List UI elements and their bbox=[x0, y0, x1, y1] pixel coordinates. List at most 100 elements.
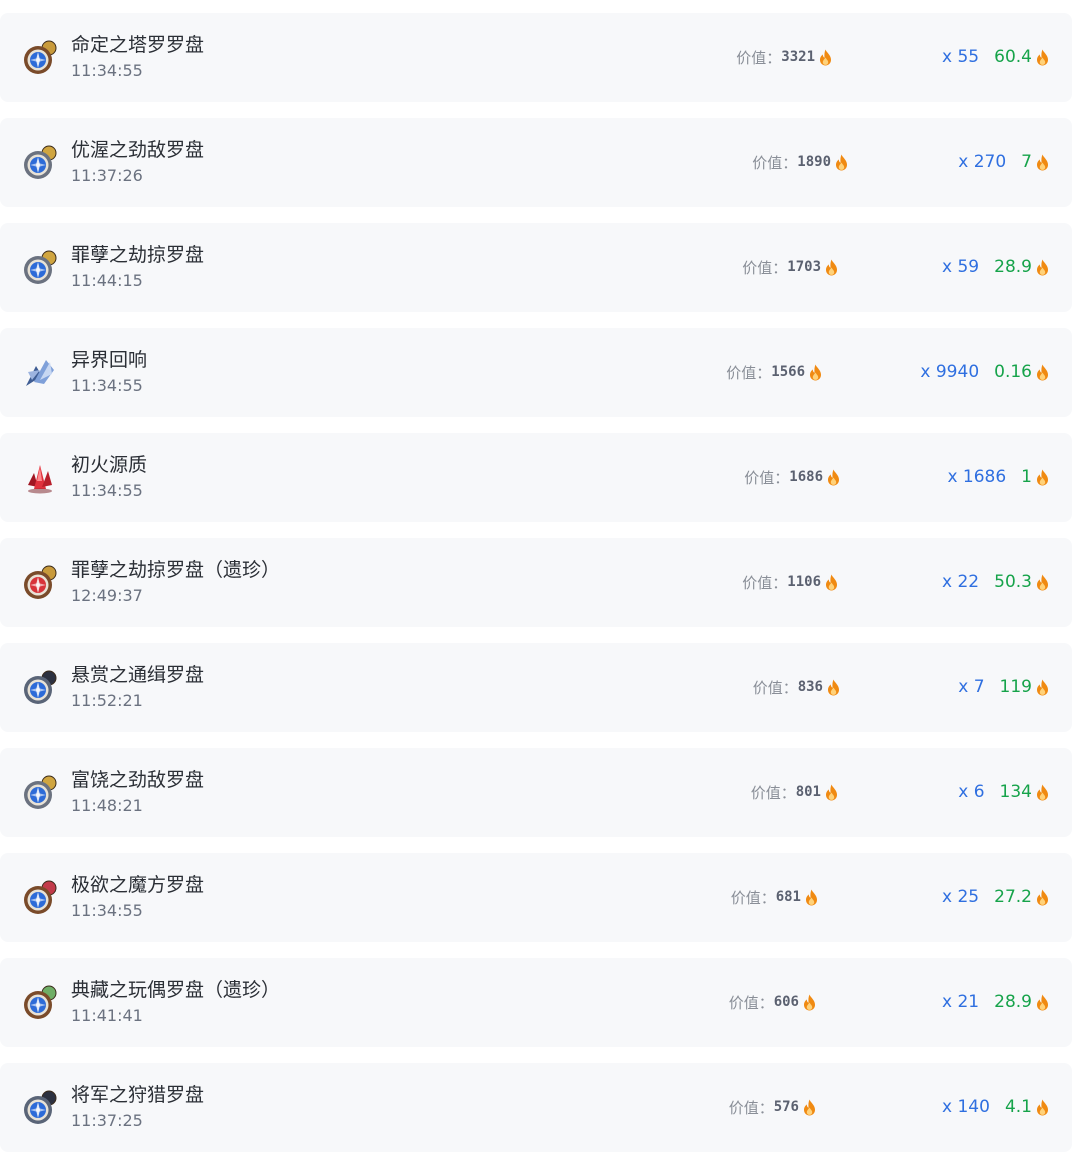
flame-icon bbox=[809, 364, 822, 381]
item-unit-price: 1 bbox=[1021, 467, 1032, 487]
flame-icon bbox=[1036, 679, 1049, 696]
item-quantity: x 270 7 bbox=[958, 151, 1049, 173]
compass-red-icon bbox=[20, 562, 60, 602]
item-name: 异界回响 bbox=[71, 349, 148, 371]
value-number: 681 bbox=[775, 889, 801, 905]
value-label: 价值： bbox=[752, 153, 798, 172]
item-count: x 22 bbox=[942, 572, 980, 592]
flame-icon bbox=[1036, 49, 1049, 66]
crystal-shard-icon bbox=[20, 352, 60, 392]
value-label: 价值： bbox=[742, 258, 788, 277]
item-unit-price: 28.9 bbox=[994, 992, 1032, 1012]
value-label: 价值： bbox=[744, 468, 790, 487]
item-time: 11:44:15 bbox=[71, 271, 143, 290]
list-item[interactable]: 极欲之魔方罗盘 11:34:55 价值： 681 x 25 27.2 bbox=[0, 853, 1072, 942]
item-name: 富饶之劲敌罗盘 bbox=[71, 769, 205, 791]
value-number: 1106 bbox=[787, 574, 821, 590]
value-label: 价值： bbox=[730, 888, 776, 907]
item-quantity: x 55 60.4 bbox=[942, 46, 1049, 68]
flame-icon bbox=[1036, 574, 1049, 591]
list-item[interactable]: 罪孽之劫掠罗盘（遗珍） 12:49:37 价值： 1106 x 22 50.3 bbox=[0, 538, 1072, 627]
flame-icon bbox=[827, 679, 840, 696]
item-name: 优渥之劲敌罗盘 bbox=[71, 139, 205, 161]
item-count: x 25 bbox=[942, 887, 980, 907]
item-value: 价值： 1703 bbox=[742, 256, 838, 278]
value-number: 801 bbox=[795, 784, 821, 800]
compass-dark-icon bbox=[20, 1087, 60, 1127]
item-quantity: x 9940 0.16 bbox=[920, 361, 1049, 383]
item-count: x 55 bbox=[942, 47, 980, 67]
value-label: 价值： bbox=[750, 783, 796, 802]
item-value: 价值： 1686 bbox=[744, 466, 840, 488]
item-unit-price: 4.1 bbox=[1004, 1097, 1032, 1117]
red-crystal-icon bbox=[20, 457, 60, 497]
item-name: 典藏之玩偶罗盘（遗珍） bbox=[71, 979, 281, 1001]
compass-doll-icon bbox=[20, 982, 60, 1022]
flame-icon bbox=[803, 994, 816, 1011]
item-time: 11:34:55 bbox=[71, 376, 143, 395]
value-label: 价值： bbox=[736, 48, 782, 67]
compass-gold-icon bbox=[20, 772, 60, 812]
value-number: 1890 bbox=[797, 154, 831, 170]
item-value: 价值： 1890 bbox=[752, 151, 848, 173]
item-quantity: x 59 28.9 bbox=[942, 256, 1049, 278]
item-count: x 1686 bbox=[947, 467, 1007, 487]
item-list: 命定之塔罗罗盘 11:34:55 价值： 3321 x 55 60.4 优渥之劲敌罗盘 11:… bbox=[0, 13, 1072, 1168]
item-quantity: x 6 134 bbox=[958, 781, 1049, 803]
item-unit-price: 0.16 bbox=[994, 362, 1032, 382]
value-number: 606 bbox=[773, 994, 799, 1010]
flame-icon bbox=[827, 469, 840, 486]
value-label: 价值： bbox=[728, 1098, 774, 1117]
item-time: 11:37:26 bbox=[71, 166, 143, 185]
flame-icon bbox=[805, 889, 818, 906]
list-item[interactable]: 将军之狩猎罗盘 11:37:25 价值： 576 x 140 4.1 bbox=[0, 1063, 1072, 1152]
list-item[interactable]: 典藏之玩偶罗盘（遗珍） 11:41:41 价值： 606 x 21 28.9 bbox=[0, 958, 1072, 1047]
flame-icon bbox=[1036, 364, 1049, 381]
item-value: 价值： 1106 bbox=[742, 571, 838, 593]
flame-icon bbox=[1036, 154, 1049, 171]
item-name: 极欲之魔方罗盘 bbox=[71, 874, 205, 896]
list-item[interactable]: 命定之塔罗罗盘 11:34:55 价值： 3321 x 55 60.4 bbox=[0, 13, 1072, 102]
value-label: 价值： bbox=[726, 363, 772, 382]
item-count: x 140 bbox=[942, 1097, 990, 1117]
value-label: 价值： bbox=[742, 573, 788, 592]
item-name: 罪孽之劫掠罗盘（遗珍） bbox=[71, 559, 281, 581]
item-value: 价值： 801 bbox=[751, 781, 838, 803]
list-item[interactable]: 优渥之劲敌罗盘 11:37:26 价值： 1890 x 270 7 bbox=[0, 118, 1072, 207]
value-number: 836 bbox=[797, 679, 823, 695]
item-value: 价值： 606 bbox=[729, 991, 816, 1013]
compass-cube-icon bbox=[20, 877, 60, 917]
item-name: 命定之塔罗罗盘 bbox=[71, 34, 205, 56]
list-item[interactable]: 异界回响 11:34:55 价值： 1566 x 9940 0.16 bbox=[0, 328, 1072, 417]
item-unit-price: 50.3 bbox=[994, 572, 1032, 592]
item-unit-price: 28.9 bbox=[994, 257, 1032, 277]
value-number: 576 bbox=[773, 1099, 799, 1115]
list-item[interactable]: 富饶之劲敌罗盘 11:48:21 价值： 801 x 6 134 bbox=[0, 748, 1072, 837]
item-value: 价值： 576 bbox=[729, 1096, 816, 1118]
item-unit-price: 119 bbox=[999, 677, 1032, 697]
item-unit-price: 134 bbox=[999, 782, 1032, 802]
value-number: 1686 bbox=[789, 469, 823, 485]
item-value: 价值： 1566 bbox=[726, 361, 822, 383]
compass-dark-icon bbox=[20, 667, 60, 707]
list-item[interactable]: 罪孽之劫掠罗盘 11:44:15 价值： 1703 x 59 28.9 bbox=[0, 223, 1072, 312]
flame-icon bbox=[1036, 994, 1049, 1011]
item-count: x 59 bbox=[942, 257, 980, 277]
item-name: 悬赏之通缉罗盘 bbox=[71, 664, 205, 686]
item-time: 11:34:55 bbox=[71, 901, 143, 920]
flame-icon bbox=[1036, 1099, 1049, 1116]
item-name: 罪孽之劫掠罗盘 bbox=[71, 244, 205, 266]
list-item[interactable]: 初火源质 11:34:55 价值： 1686 x 1686 1 bbox=[0, 433, 1072, 522]
item-count: x 9940 bbox=[920, 362, 980, 382]
list-item[interactable]: 悬赏之通缉罗盘 11:52:21 价值： 836 x 7 119 bbox=[0, 643, 1072, 732]
item-quantity: x 25 27.2 bbox=[942, 886, 1049, 908]
item-time: 11:52:21 bbox=[71, 691, 143, 710]
item-time: 11:34:55 bbox=[71, 61, 143, 80]
flame-icon bbox=[835, 154, 848, 171]
item-quantity: x 140 4.1 bbox=[942, 1096, 1049, 1118]
item-time: 11:34:55 bbox=[71, 481, 143, 500]
item-quantity: x 21 28.9 bbox=[942, 991, 1049, 1013]
item-count: x 6 bbox=[958, 782, 985, 802]
flame-icon bbox=[819, 49, 832, 66]
compass-gold-icon bbox=[20, 142, 60, 182]
